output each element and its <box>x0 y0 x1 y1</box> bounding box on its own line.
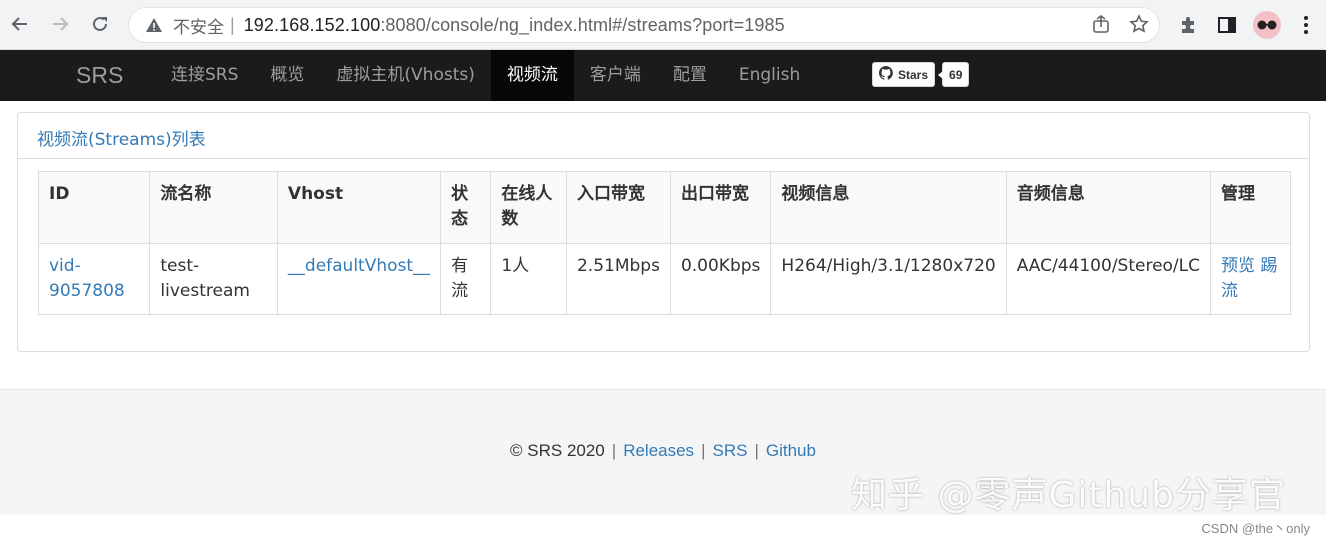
url-path: :8080/console/ng_index.html#/streams?por… <box>380 14 785 35</box>
col-id: ID <box>37 171 151 244</box>
nav-item-connect[interactable]: 连接SRS <box>155 50 254 101</box>
copyright-text: © SRS 2020 <box>510 441 605 460</box>
sidepanel-icon[interactable] <box>1214 12 1240 38</box>
cell-manage: 预览 踢流 <box>1210 243 1291 315</box>
col-audio-info: 音频信息 <box>1005 171 1212 244</box>
nav-item-english[interactable]: English <box>723 50 816 101</box>
github-link[interactable]: Github <box>766 441 816 460</box>
github-stars-button[interactable]: Stars <box>872 62 936 87</box>
forward-icon[interactable] <box>46 10 74 38</box>
col-out-bandwidth: 出口带宽 <box>669 171 772 244</box>
panel-title: 视频流(Streams)列表 <box>18 113 1309 159</box>
cell-audio-info: AAC/44100/Stereo/LC <box>1005 243 1212 315</box>
footer-separator: | <box>754 441 759 460</box>
csdn-credit: CSDN @the丶only <box>1201 521 1310 536</box>
srs-link[interactable]: SRS <box>712 441 747 460</box>
table-row: vid-9057808 test-livestream __defaultVho… <box>37 243 1291 315</box>
browser-toolbar: 不安全 | 192.168.152.100:8080/console/ng_in… <box>0 0 1326 50</box>
footer-separator: | <box>701 441 706 460</box>
top-navbar: SRS 连接SRS 概览 虚拟主机(Vhosts) 视频流 客户端 配置 Eng… <box>0 50 1326 101</box>
cell-id: vid-9057808 <box>37 243 151 315</box>
security-label: 不安全 <box>173 17 224 38</box>
col-name: 流名称 <box>149 171 278 244</box>
table-header-row: ID 流名称 Vhost 状态 在线人数 入口带宽 出口带宽 视频信息 音频信息… <box>37 171 1291 244</box>
nav-menu: 连接SRS 概览 虚拟主机(Vhosts) 视频流 客户端 配置 English <box>155 50 816 101</box>
preview-link[interactable]: 预览 <box>1221 256 1255 276</box>
col-in-bandwidth: 入口带宽 <box>565 171 671 244</box>
url-text: 192.168.152.100:8080/console/ng_index.ht… <box>244 15 785 36</box>
nav-item-streams[interactable]: 视频流 <box>490 50 574 101</box>
cell-vhost: __defaultVhost__ <box>276 243 442 315</box>
extensions-icon[interactable] <box>1175 12 1201 38</box>
cell-status: 有流 <box>440 243 492 315</box>
menu-icon[interactable] <box>1293 12 1319 38</box>
streams-panel: 视频流(Streams)列表 ID 流名称 Vhost 状态 在线人数 入口带宽… <box>17 112 1310 352</box>
back-icon[interactable] <box>6 10 34 38</box>
footer-separator: | <box>611 441 617 460</box>
vhost-link[interactable]: __defaultVhost__ <box>288 256 430 276</box>
releases-link[interactable]: Releases <box>623 441 694 460</box>
col-manage: 管理 <box>1210 171 1291 244</box>
github-stars-widget: Stars 69 <box>872 62 970 87</box>
col-video-info: 视频信息 <box>770 171 1007 244</box>
cell-clients: 1人 <box>490 243 567 315</box>
nav-item-summary[interactable]: 概览 <box>254 50 320 101</box>
warning-icon[interactable] <box>141 17 167 33</box>
nav-item-vhosts[interactable]: 虚拟主机(Vhosts) <box>320 50 490 101</box>
cell-in-bandwidth: 2.51Mbps <box>565 243 671 315</box>
cell-out-bandwidth: 0.00Kbps <box>669 243 772 315</box>
streams-table: ID 流名称 Vhost 状态 在线人数 入口带宽 出口带宽 视频信息 音频信息… <box>37 171 1291 315</box>
watermark-text: 知乎 @零声Github分享官 <box>851 475 1286 516</box>
github-icon <box>878 66 893 83</box>
nav-item-config[interactable]: 配置 <box>657 50 723 101</box>
share-icon[interactable] <box>1091 14 1111 39</box>
github-stars-label: Stars <box>898 67 929 82</box>
star-icon[interactable] <box>1129 14 1149 39</box>
nav-item-clients[interactable]: 客户端 <box>574 50 657 101</box>
reload-icon[interactable] <box>86 10 114 38</box>
github-stars-count[interactable]: 69 <box>937 62 970 87</box>
footer-line: © SRS 2020 | Releases | SRS | Github <box>0 441 1326 461</box>
url-host: 192.168.152.100 <box>243 14 381 35</box>
cell-name: test-livestream <box>149 243 278 315</box>
profile-avatar[interactable] <box>1253 11 1281 39</box>
url-separator: | <box>230 14 235 35</box>
col-status: 状态 <box>440 171 492 244</box>
brand-link[interactable]: SRS <box>76 62 123 89</box>
address-bar[interactable]: 不安全 | 192.168.152.100:8080/console/ng_in… <box>128 7 1160 43</box>
stream-id-link[interactable]: vid-9057808 <box>49 256 125 301</box>
col-clients: 在线人数 <box>490 171 567 244</box>
cell-video-info: H264/High/3.1/1280x720 <box>770 243 1007 315</box>
col-vhost: Vhost <box>276 171 442 244</box>
